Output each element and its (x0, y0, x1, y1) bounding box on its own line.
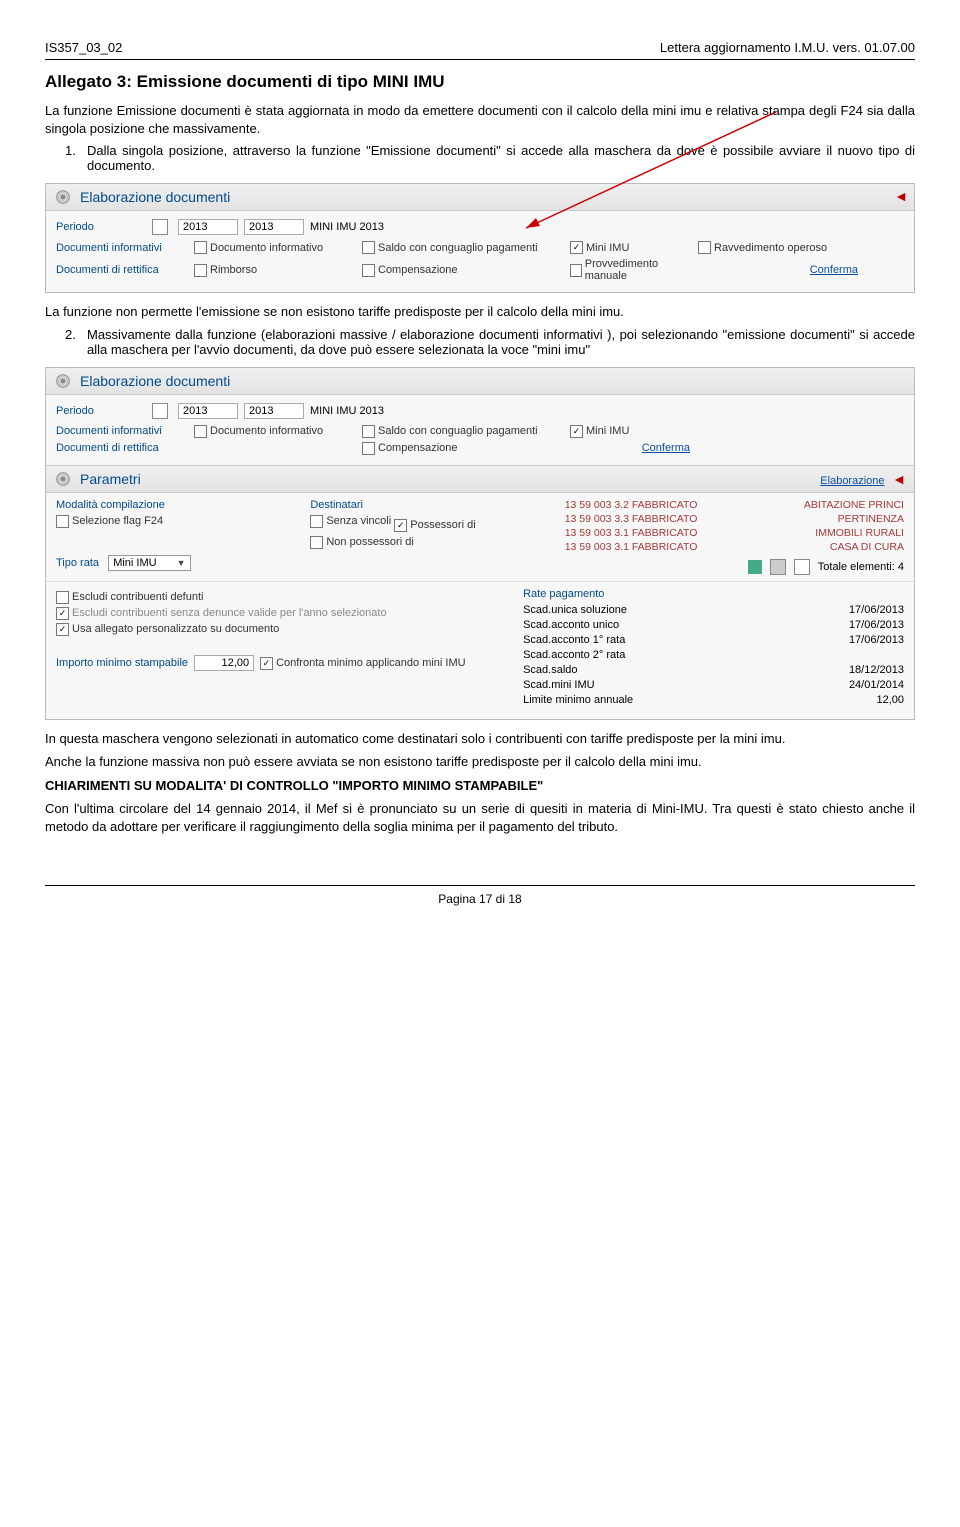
chiarimenti-heading: CHIARIMENTI SU MODALITA' DI CONTROLLO "I… (45, 777, 915, 795)
conferma-link[interactable]: Conferma (570, 442, 690, 454)
docrett-label: Documenti di rettifica (56, 442, 186, 454)
para-massiva: Anche la funzione massiva non può essere… (45, 753, 915, 771)
year-to[interactable]: 2013 (244, 219, 304, 235)
periodo-desc: MINI IMU 2013 (310, 221, 904, 233)
modalita-label: Modalità compilazione (56, 499, 298, 511)
page-footer: Pagina 17 di 18 (45, 885, 915, 906)
cb-documento-informativo[interactable]: Documento informativo (194, 241, 354, 254)
gear-icon (54, 372, 72, 390)
cb-compensazione[interactable]: Compensazione (362, 264, 562, 277)
gear-icon (54, 470, 72, 488)
para-circolare: Con l'ultima circolare del 14 gennaio 20… (45, 800, 915, 835)
tiporata-label: Tipo rata (56, 557, 99, 569)
cb-ravvedimento[interactable]: Ravvedimento operoso (698, 241, 858, 254)
docinf-label: Documenti informativi (56, 425, 186, 437)
cb-senza-vincoli[interactable]: Senza vincoli (310, 515, 391, 528)
cb-saldo-conguaglio[interactable]: Saldo con conguaglio pagamenti (362, 425, 562, 438)
fabbricati-list: 13 59 003 3.2 FABBRICATOABITAZIONE PRINC… (565, 499, 904, 575)
calendar-icon[interactable] (152, 219, 168, 235)
periodo-desc: MINI IMU 2013 (310, 405, 904, 417)
grid-icon[interactable] (770, 559, 786, 575)
cb-mini-imu[interactable]: Mini IMU (570, 241, 690, 254)
close-icon[interactable]: ◄ (894, 188, 908, 204)
totale-elementi: Totale elementi: 4 (818, 561, 904, 573)
page-title: Allegato 3: Emissione documenti di tipo … (45, 72, 915, 92)
doc-version: Lettera aggiornamento I.M.U. vers. 01.07… (660, 40, 915, 55)
cb-non-possessori[interactable]: Non possessori di (310, 536, 413, 549)
cb-usa-allegato[interactable]: Usa allegato personalizzato su documento (56, 623, 513, 636)
note-after-ss1: La funzione non permette l'emissione se … (45, 303, 915, 321)
conferma-link[interactable]: Conferma (698, 264, 858, 276)
importo-input[interactable]: 12,00 (194, 655, 254, 671)
rate-pagamento-label: Rate pagamento (523, 588, 904, 600)
para-destinatari: In questa maschera vengono selezionati i… (45, 730, 915, 748)
docrett-label: Documenti di rettifica (56, 264, 186, 276)
cb-saldo-conguaglio[interactable]: Saldo con conguaglio pagamenti (362, 241, 562, 254)
panel-title: Elaborazione documenti (80, 373, 230, 389)
calendar-icon[interactable] (152, 403, 168, 419)
periodo-label: Periodo (56, 405, 146, 417)
importo-label: Importo minimo stampabile (56, 657, 188, 669)
cb-mini-imu[interactable]: Mini IMU (570, 425, 690, 438)
parametri-title: Parametri (80, 471, 141, 487)
cb-documento-informativo[interactable]: Documento informativo (194, 425, 354, 438)
excel-icon[interactable] (748, 560, 762, 574)
step1-text: Dalla singola posizione, attraverso la f… (87, 143, 915, 173)
cb-possessori[interactable]: Possessori di (394, 519, 475, 532)
chevron-down-icon: ▼ (177, 558, 186, 568)
cb-confronta-minimo[interactable]: Confronta minimo applicando mini IMU (260, 657, 466, 670)
doc-code: IS357_03_02 (45, 40, 122, 55)
cb-escludi-defunti[interactable]: Escludi contribuenti defunti (56, 591, 513, 604)
cb-compensazione[interactable]: Compensazione (362, 442, 562, 455)
periodo-label: Periodo (56, 221, 146, 233)
cb-rimborso[interactable]: Rimborso (194, 264, 354, 277)
year-to[interactable]: 2013 (244, 403, 304, 419)
step2-num: 2. (65, 327, 87, 357)
step1-num: 1. (65, 143, 87, 173)
year-from[interactable]: 2013 (178, 403, 238, 419)
doc-icon[interactable] (794, 559, 810, 575)
run-icon[interactable]: ◄ (892, 471, 906, 487)
intro-text: La funzione Emissione documenti è stata … (45, 102, 915, 137)
cb-provvedimento[interactable]: Provvedimento manuale (570, 258, 690, 282)
step2-text: Massivamente dalla funzione (elaborazion… (87, 327, 915, 357)
cb-selezione-flag[interactable]: Selezione flag F24 (56, 515, 163, 528)
gear-icon (54, 188, 72, 206)
screenshot-elaborazione-1: Elaborazione documenti ◄ Periodo 2013 20… (45, 183, 915, 293)
panel-title: Elaborazione documenti (80, 189, 230, 205)
elaborazione-link[interactable]: Elaborazione (820, 475, 884, 487)
year-from[interactable]: 2013 (178, 219, 238, 235)
cb-escludi-senza-denunce: Escludi contribuenti senza denunce valid… (56, 607, 513, 620)
tiporata-dropdown[interactable]: Mini IMU▼ (108, 555, 190, 571)
docinf-label: Documenti informativi (56, 242, 186, 254)
destinatari-label: Destinatari (310, 499, 552, 511)
screenshot-elaborazione-2: Elaborazione documenti Periodo 2013 2013… (45, 367, 915, 720)
